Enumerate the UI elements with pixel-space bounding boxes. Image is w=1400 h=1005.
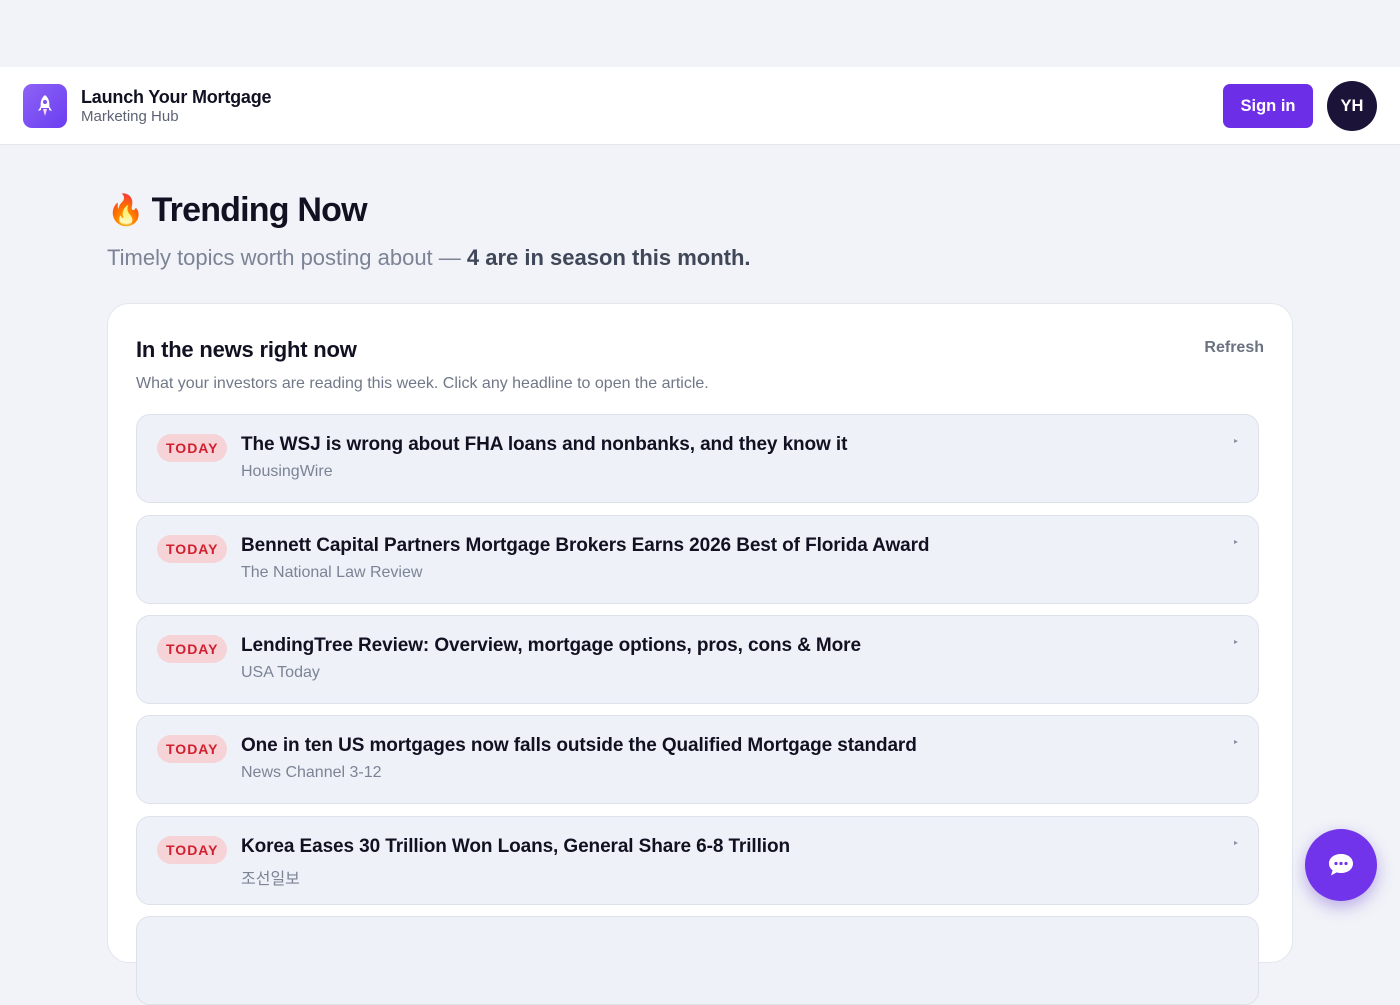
news-headline[interactable]: One in ten US mortgages now falls outsid… <box>241 735 917 757</box>
news-source: The National Law Review <box>241 564 423 581</box>
page-subtitle-text: Timely topics worth posting about — <box>107 245 467 270</box>
chevron-right-icon <box>1234 841 1238 845</box>
rocket-icon[interactable] <box>23 84 67 128</box>
fire-icon: 🔥 <box>107 194 144 227</box>
news-headline[interactable]: Korea Eases 30 Trillion Won Loans, Gener… <box>241 836 790 858</box>
chat-bubble-icon <box>1329 854 1353 876</box>
news-source: 조선일보 <box>241 871 300 888</box>
news-headline[interactable]: LendingTree Review: Overview, mortgage o… <box>241 635 861 657</box>
app-header: Launch Your Mortgage Marketing Hub Sign … <box>0 67 1400 145</box>
chevron-right-icon <box>1234 640 1238 644</box>
news-headline[interactable]: The WSJ is wrong about FHA loans and non… <box>241 434 847 456</box>
news-card-description: What your investors are reading this wee… <box>136 375 709 392</box>
news-item[interactable] <box>136 916 1259 1005</box>
today-badge: TODAY <box>157 434 228 462</box>
chevron-right-icon <box>1234 740 1238 744</box>
today-badge: TODAY <box>157 535 228 563</box>
news-source: News Channel 3-12 <box>241 764 382 781</box>
page-subtitle: Timely topics worth posting about — 4 ar… <box>107 245 751 271</box>
avatar[interactable]: YH <box>1327 81 1377 131</box>
news-item[interactable]: TODAY Bennett Capital Partners Mortgage … <box>136 515 1259 604</box>
chevron-right-icon <box>1234 540 1238 544</box>
news-source: USA Today <box>241 664 320 681</box>
page-title: 🔥 Trending Now <box>107 191 368 230</box>
refresh-button[interactable]: Refresh <box>1204 339 1264 357</box>
today-badge: TODAY <box>157 836 228 864</box>
sign-in-button[interactable]: Sign in <box>1223 84 1313 128</box>
page-title-text: Trending Now <box>151 191 368 229</box>
today-badge: TODAY <box>157 635 228 663</box>
news-source: HousingWire <box>241 463 333 480</box>
season-count: 4 are in season this month. <box>466 245 751 270</box>
news-item[interactable]: TODAY LendingTree Review: Overview, mort… <box>136 615 1259 704</box>
chevron-right-icon <box>1234 439 1238 443</box>
news-item[interactable]: TODAY The WSJ is wrong about FHA loans a… <box>136 414 1259 503</box>
top-strip <box>0 0 1400 67</box>
news-card: In the news right now Refresh What your … <box>107 303 1293 1005</box>
news-item[interactable]: TODAY Korea Eases 30 Trillion Won Loans,… <box>136 816 1259 905</box>
brand-name: Launch Your Mortgage <box>81 87 272 107</box>
news-headline[interactable]: Bennett Capital Partners Mortgage Broker… <box>241 535 930 557</box>
news-card-title: In the news right now <box>136 337 357 362</box>
chat-button[interactable] <box>1305 829 1377 901</box>
news-item[interactable]: TODAY One in ten US mortgages now falls … <box>136 715 1259 804</box>
brand-subtitle: Marketing Hub <box>81 108 179 125</box>
today-badge: TODAY <box>157 735 228 763</box>
